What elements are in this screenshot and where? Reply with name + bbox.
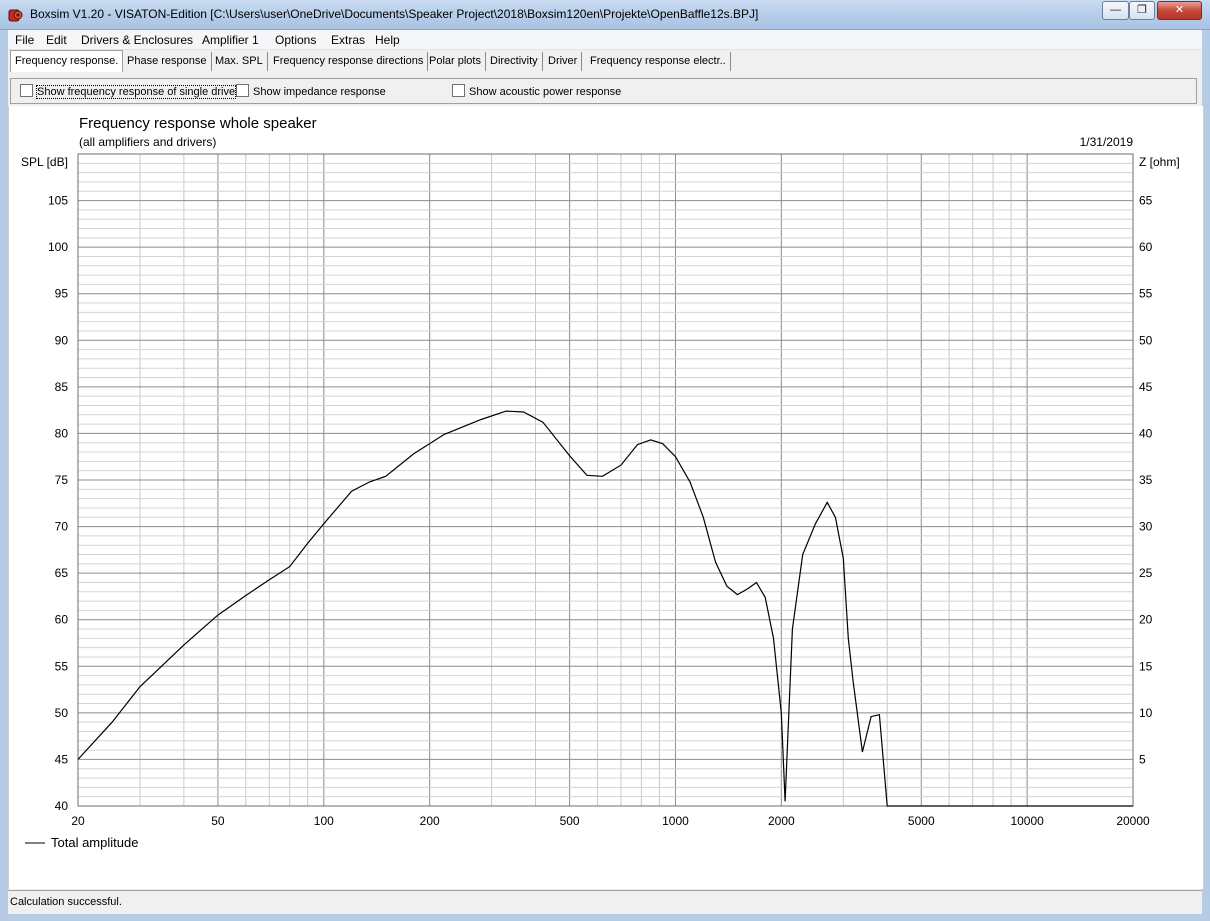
tab-driver[interactable]: Driver xyxy=(544,52,583,71)
impedance-checkbox[interactable]: Show impedance response xyxy=(236,84,386,98)
menu-edit[interactable]: Edit xyxy=(46,33,67,47)
checkbox-box[interactable] xyxy=(236,84,249,97)
chart-legend: Total amplitude xyxy=(25,835,138,850)
y-tick-label: 85 xyxy=(55,380,69,394)
x-tick-label: 2000 xyxy=(768,814,795,828)
x-tick-label: 20 xyxy=(71,814,85,828)
maximize-icon: ❐ xyxy=(1137,4,1147,16)
x-tick-label: 1000 xyxy=(662,814,689,828)
y2-tick-label: 35 xyxy=(1139,473,1153,487)
boxsim-app-icon[interactable] xyxy=(8,7,24,23)
window-title: Boxsim V1.20 - VISATON-Edition [C:\Users… xyxy=(30,7,759,21)
title-bar: Boxsim V1.20 - VISATON-Edition [C:\Users… xyxy=(0,0,1210,30)
y-tick-label: 75 xyxy=(55,473,69,487)
status-text: Calculation successful. xyxy=(10,896,122,908)
y-tick-label: 60 xyxy=(55,613,69,627)
chart-grid xyxy=(77,153,1134,807)
tab-strip: Frequency response. Phase response Max. … xyxy=(8,50,1202,72)
checkbox-box[interactable] xyxy=(452,84,465,97)
y-tick-label: 90 xyxy=(55,333,69,347)
status-bar: Calculation successful. xyxy=(8,890,1202,914)
tab-frequency-response-electrical[interactable]: Frequency response electr.. xyxy=(586,52,731,71)
close-icon: ✕ xyxy=(1174,4,1185,16)
tab-polar-plots[interactable]: Polar plots xyxy=(425,52,486,71)
window-frame-bottom xyxy=(0,914,1210,921)
frequency-response-chart: Frequency response whole speaker (all am… xyxy=(21,115,1180,850)
single-driver-checkbox[interactable]: Show frequency response of single drive xyxy=(20,84,237,99)
tab-frequency-response[interactable]: Frequency response. xyxy=(10,50,124,72)
y2-tick-label: 20 xyxy=(1139,613,1153,627)
y-tick-label: 45 xyxy=(55,752,69,766)
x-tick-label: 500 xyxy=(560,814,580,828)
y2-tick-label: 5 xyxy=(1139,752,1146,766)
legend-label: Total amplitude xyxy=(51,835,138,850)
menu-help[interactable]: Help xyxy=(375,33,400,47)
menu-drivers-enclosures[interactable]: Drivers & Enclosures xyxy=(81,33,193,47)
y-tick-label: 105 xyxy=(48,194,68,208)
tab-directivity[interactable]: Directivity xyxy=(486,52,543,71)
y2-tick-label: 65 xyxy=(1139,194,1153,208)
x-tick-label: 50 xyxy=(211,814,225,828)
chart-date: 1/31/2019 xyxy=(1080,135,1134,149)
display-options-bar: Show frequency response of single drive … xyxy=(10,78,1197,104)
y-tick-label: 100 xyxy=(48,240,68,254)
menu-options[interactable]: Options xyxy=(275,33,316,47)
tab-phase-response[interactable]: Phase response xyxy=(123,52,212,71)
acoustic-power-checkbox[interactable]: Show acoustic power response xyxy=(452,84,621,98)
menu-amplifier[interactable]: Amplifier 1 xyxy=(202,33,259,47)
y2-tick-label: 40 xyxy=(1139,426,1153,440)
impedance-label[interactable]: Show impedance response xyxy=(253,86,386,98)
tab-frequency-response-directions[interactable]: Frequency response directions xyxy=(269,52,429,71)
y2-tick-label: 50 xyxy=(1139,333,1153,347)
y2-axis-label: Z [ohm] xyxy=(1139,155,1180,169)
x-tick-label: 200 xyxy=(420,814,440,828)
y-axis-label: SPL [dB] xyxy=(21,155,68,169)
close-button[interactable]: ✕ xyxy=(1157,1,1202,20)
y-tick-label: 50 xyxy=(55,706,69,720)
y2-tick-label: 60 xyxy=(1139,240,1153,254)
x-tick-label: 100 xyxy=(314,814,334,828)
chart-ticks: 20 50 100 200 500 1000 2000 5000 10000 20000 40 45 5… xyxy=(48,194,1153,828)
acoustic-power-label[interactable]: Show acoustic power response xyxy=(469,86,621,98)
y2-tick-label: 45 xyxy=(1139,380,1153,394)
minimize-button[interactable]: — xyxy=(1102,1,1129,20)
y2-tick-label: 10 xyxy=(1139,706,1153,720)
maximize-button[interactable]: ❐ xyxy=(1129,1,1155,20)
window-frame-left xyxy=(0,30,8,921)
menu-file[interactable]: File xyxy=(15,33,34,47)
plot-panel: Frequency response whole speaker (all am… xyxy=(8,106,1204,889)
x-tick-label: 20000 xyxy=(1116,814,1150,828)
y-tick-label: 55 xyxy=(55,659,69,673)
y-tick-label: 70 xyxy=(55,520,69,534)
y2-tick-label: 55 xyxy=(1139,287,1153,301)
x-tick-label: 5000 xyxy=(908,814,935,828)
y2-tick-label: 30 xyxy=(1139,520,1153,534)
checkbox-box[interactable] xyxy=(20,84,33,97)
y-tick-label: 40 xyxy=(55,799,69,813)
y-tick-label: 95 xyxy=(55,287,69,301)
chart-subtitle: (all amplifiers and drivers) xyxy=(79,135,216,149)
single-driver-label[interactable]: Show frequency response of single drive xyxy=(35,85,237,99)
y2-tick-label: 25 xyxy=(1139,566,1153,580)
tab-max-spl[interactable]: Max. SPL xyxy=(211,52,268,71)
y2-tick-label: 15 xyxy=(1139,659,1153,673)
y-tick-label: 80 xyxy=(55,426,69,440)
menu-bar: File Edit Drivers & Enclosures Amplifier… xyxy=(8,30,1202,50)
x-tick-label: 10000 xyxy=(1010,814,1044,828)
y-tick-label: 65 xyxy=(55,566,69,580)
chart-title: Frequency response whole speaker xyxy=(79,115,317,132)
menu-extras[interactable]: Extras xyxy=(331,33,365,47)
minimize-icon: — xyxy=(1110,4,1121,16)
